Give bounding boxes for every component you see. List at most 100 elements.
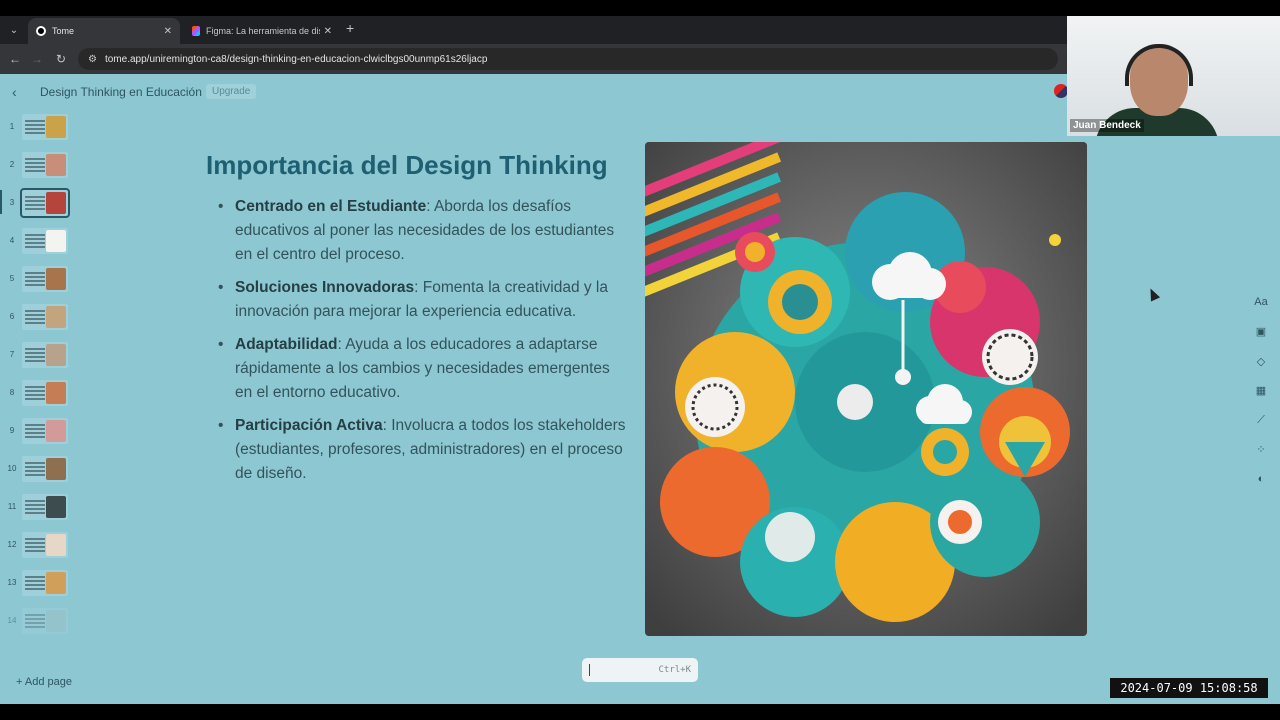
add-page-button[interactable]: + Add page [16,676,72,688]
apps-tool-icon[interactable]: ⁘ [1250,440,1272,460]
url-text: tome.app/uniremington-ca8/design-thinkin… [104,53,488,65]
thumbnail-image [46,230,66,252]
page-thumbnail-row[interactable]: 9 [0,418,90,446]
mouse-cursor-icon [1145,286,1161,302]
thumbnail-text [25,538,45,552]
thumbnail-text [25,158,45,172]
page-thumbnail[interactable] [22,380,68,406]
page-thumbnail[interactable] [22,532,68,558]
table-tool-icon[interactable]: ▦ [1250,381,1272,401]
thumbnail-text [25,614,45,628]
thumbnail-text [25,310,45,324]
page-number: 5 [9,274,15,283]
page-thumbnail-row[interactable]: 4 [0,228,90,256]
shapes-tool-icon[interactable]: ◇ [1250,351,1272,371]
page-thumbnail-row[interactable]: 10 [0,456,90,484]
reload-icon[interactable]: ↻ [52,50,70,68]
site-info-icon[interactable]: ⚙ [88,54,97,65]
thumbnail-text [25,272,45,286]
thumbnail-image [46,382,66,404]
page-thumbnail[interactable] [22,304,68,330]
address-bar: ← → ↻ ⚙ tome.app/uniremington-ca8/design… [0,44,1067,74]
page-thumbnail-row[interactable]: 2 [0,152,90,180]
page-thumbnail-row[interactable]: 12 [0,532,90,560]
chevron-left-icon[interactable]: ‹ [12,84,17,100]
page-thumbnail-row[interactable]: 13 [0,570,90,598]
thumbnail-text [25,500,45,514]
page-thumbnail-row[interactable]: 5 [0,266,90,294]
tab-figma[interactable]: Figma: La herramienta de diseño ✕ [184,18,340,44]
thumbnail-image [46,306,66,328]
close-icon[interactable]: ✕ [324,26,332,37]
thumbnail-image [46,610,66,632]
bullet-list[interactable]: Centrado en el Estudiante: Aborda los de… [216,195,626,495]
document-title[interactable]: Design Thinking en Educación [40,85,202,99]
page-thumbnail-row[interactable]: 11 [0,494,90,522]
theme-tool-icon[interactable]: ◐ [1250,469,1272,489]
page-thumbnail[interactable] [22,342,68,368]
bullet-item[interactable]: Adaptabilidad: Ayuda a los educadores a … [216,333,626,405]
url-field[interactable]: ⚙ tome.app/uniremington-ca8/design-think… [78,48,1058,70]
page-thumbnail-row[interactable]: 14 [0,608,90,636]
chart-tool-icon[interactable]: ⟋ [1250,410,1272,430]
thumbnail-image [46,268,66,290]
forward-arrow-icon[interactable]: → [28,50,46,68]
thumbnail-text [25,196,45,210]
thumbnail-image [46,572,66,594]
upgrade-button[interactable]: Upgrade [206,84,257,99]
thumbnail-text [25,120,45,134]
bullet-heading: Soluciones Innovadoras [235,279,415,296]
figma-favicon-icon [192,26,200,36]
command-input[interactable]: Ctrl+K [582,658,698,682]
page-thumbnail[interactable] [22,494,68,520]
tab-search-icon[interactable]: ⌄ [4,20,24,40]
add-page-label: Add page [24,676,72,688]
page-thumbnail-row[interactable]: 7 [0,342,90,370]
page-thumbnail[interactable] [22,608,68,634]
thumbnail-image [46,496,66,518]
plus-icon: + [16,676,23,688]
page-thumbnail[interactable] [22,114,68,140]
thumbnail-text [25,234,45,248]
bullet-item[interactable]: Centrado en el Estudiante: Aborda los de… [216,195,626,267]
selected-indicator [0,190,2,214]
recording-timestamp: 2024-07-09 15:08:58 [1110,678,1268,698]
webcam-overlay: Juan Bendeck [1067,16,1280,136]
page-thumbnail-row[interactable]: 8 [0,380,90,408]
thumbnail-text [25,576,45,590]
avatar[interactable] [1054,84,1068,98]
thumbnail-image [46,344,66,366]
thumbnail-image [46,154,66,176]
page-thumbnail[interactable] [22,418,68,444]
back-arrow-icon[interactable]: ← [6,50,24,68]
bullet-item[interactable]: Soluciones Innovadoras: Fomenta la creat… [216,276,626,324]
tab-tome[interactable]: Tome ✕ [28,18,180,44]
thumbnail-text [25,348,45,362]
thumbnail-image [46,458,66,480]
page-thumbnail[interactable] [22,228,68,254]
page-thumbnail[interactable] [20,188,70,218]
new-tab-icon[interactable]: + [346,20,354,36]
thumbnail-text [25,462,45,476]
page-thumbnail[interactable] [22,266,68,292]
tab-title: Figma: La herramienta de diseño [206,26,320,36]
bullet-item[interactable]: Participación Activa: Involucra a todos … [216,414,626,486]
presenter-name: Juan Bendeck [1070,119,1144,132]
slide-title[interactable]: Importancia del Design Thinking [206,150,608,181]
close-icon[interactable]: ✕ [164,26,172,37]
page-number: 2 [9,160,15,169]
page-thumbnail[interactable] [22,456,68,482]
text-tool-icon[interactable]: Aa [1250,292,1272,312]
bullet-heading: Adaptabilidad [235,336,338,353]
bullet-heading: Centrado en el Estudiante [235,198,427,215]
slide-image[interactable] [645,142,1087,636]
artwork-illustration [645,142,1087,636]
page-thumbnail-row[interactable]: 1 [0,114,90,142]
page-thumbnail-row[interactable]: 6 [0,304,90,332]
thumbnail-image [46,116,66,138]
image-tool-icon[interactable]: ▣ [1250,322,1272,342]
page-thumbnail-row[interactable]: 3 [0,188,90,218]
page-thumbnail[interactable] [22,570,68,596]
page-number: 12 [7,540,17,549]
page-thumbnail[interactable] [22,152,68,178]
